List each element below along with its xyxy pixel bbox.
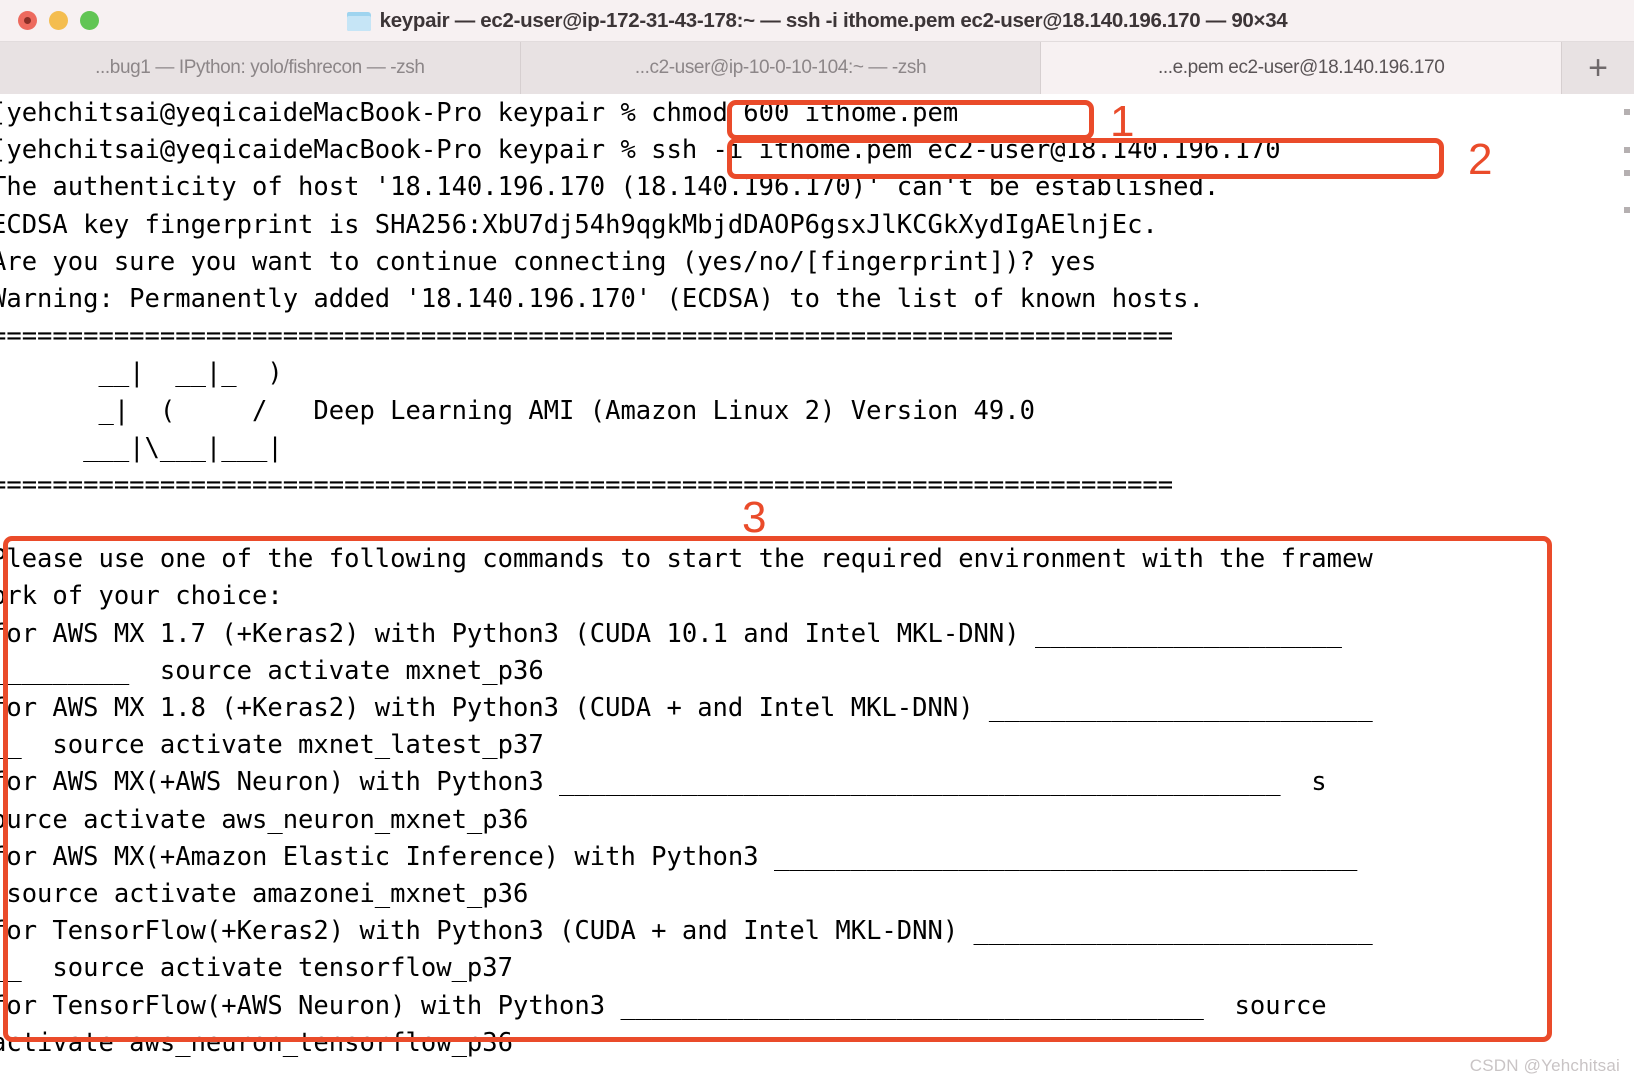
terminal-line: Please use one of the following commands… — [0, 544, 1373, 575]
terminal-line: _| ( / Deep Learning AMI (Amazon Linux 2… — [0, 395, 1035, 426]
terminal-line: The authenticity of host '18.140.196.170… — [0, 172, 1220, 203]
tab-2-label: ...c2-user@ip-10-0-10-104:~ — -zsh — [634, 57, 927, 78]
tab-1[interactable]: ...bug1 — IPython: yolo/fishrecon — -zsh — [0, 42, 521, 94]
terminal-line: source activate amazonei_mxnet_p36 — [0, 878, 529, 909]
close-button[interactable] — [18, 11, 37, 30]
terminal-line: for AWS MX 1.8 (+Keras2) with Python3 (C… — [0, 693, 1373, 723]
terminal-line: ource activate aws_neuron_mxnet_p36 — [0, 804, 529, 835]
annotation-number-2: 2 — [1468, 135, 1493, 184]
terminal-line: Are you sure you want to continue connec… — [0, 246, 1097, 277]
terminal-line: __| __|_ ) — [0, 358, 283, 389]
terminal-line: ECDSA key fingerprint is SHA256:XbU7dj54… — [0, 209, 1158, 240]
terminal-line: for AWS MX(+AWS Neuron) with Python3 ___… — [0, 767, 1327, 798]
terminal-line: ___|\___|___| — [0, 432, 283, 463]
minimize-button[interactable] — [49, 11, 68, 30]
terminal-line: for AWS MX 1.7 (+Keras2) with Python3 (C… — [0, 618, 1343, 649]
tab-bar: ...bug1 — IPython: yolo/fishrecon — -zsh… — [0, 42, 1634, 94]
terminal-line: for AWS MX(+Amazon Elastic Inference) wi… — [0, 841, 1358, 872]
tab-1-label: ...bug1 — IPython: yolo/fishrecon — -zsh — [95, 57, 425, 78]
terminal-line: Warning: Permanently added '18.140.196.1… — [0, 283, 1204, 314]
window-controls — [18, 11, 99, 30]
terminal-line: [yehchitsai@yeqicaideMacBook-Pro keypair… — [0, 98, 959, 128]
terminal-output[interactable]: [yehchitsai@yeqicaideMacBook-Pro keypair… — [0, 95, 1634, 1088]
window-titlebar: keypair — ec2-user@ip-172-31-43-178:~ — … — [0, 0, 1634, 42]
plus-icon: + — [1588, 49, 1608, 87]
tab-3[interactable]: ...e.pem ec2-user@18.140.196.170 — [1041, 42, 1563, 94]
watermark: CSDN @Yehchitsai — [1469, 1056, 1620, 1075]
new-tab-button[interactable]: + — [1562, 42, 1634, 94]
terminal-line: __ source activate tensorflow_p37 — [0, 953, 513, 984]
zoom-button[interactable] — [80, 11, 99, 30]
terminal-line: activate aws_neuron_tensorflow_p36 — [0, 1027, 513, 1058]
terminal-line: _________ source activate mxnet_p36 — [0, 655, 544, 686]
terminal-line: for TensorFlow(+AWS Neuron) with Python3… — [0, 990, 1327, 1021]
terminal-line: for TensorFlow(+Keras2) with Python3 (CU… — [0, 916, 1373, 947]
annotation-number-3: 3 — [742, 493, 767, 542]
terminal-line: __ source activate mxnet_latest_p37 — [0, 730, 544, 761]
right-edge-marks — [1622, 95, 1632, 495]
tab-3-label: ...e.pem ec2-user@18.140.196.170 — [1157, 57, 1445, 78]
window-title-wrap: keypair — ec2-user@ip-172-31-43-178:~ — … — [0, 0, 1634, 42]
terminal-line: ========================================… — [0, 321, 1174, 352]
terminal-window: keypair — ec2-user@ip-172-31-43-178:~ — … — [0, 0, 1634, 1088]
terminal-line: ========================================… — [0, 469, 1174, 500]
window-title: keypair — ec2-user@ip-172-31-43-178:~ — … — [379, 9, 1288, 32]
terminal-text: [yehchitsai@yeqicaideMacBook-Pro keypair… — [0, 95, 1634, 1062]
annotation-number-1: 1 — [1110, 97, 1135, 146]
terminal-line: [yehchitsai@yeqicaideMacBook-Pro keypair… — [0, 135, 1281, 166]
folder-icon — [346, 11, 371, 31]
tab-2[interactable]: ...c2-user@ip-10-0-10-104:~ — -zsh — [520, 42, 1042, 94]
terminal-line: ork of your choice: — [0, 581, 283, 612]
